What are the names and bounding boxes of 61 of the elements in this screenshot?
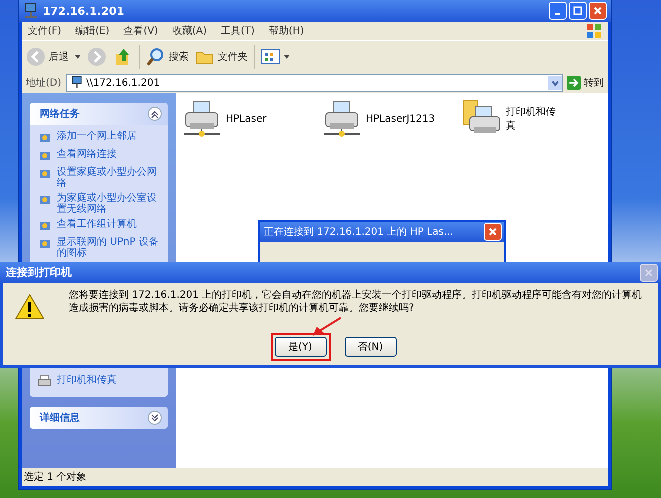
task-icon	[38, 219, 52, 233]
menu-item[interactable]: 工具(T)	[221, 24, 255, 38]
panel-title: 网络任务	[40, 108, 80, 121]
warning-icon	[15, 293, 45, 321]
close-icon	[488, 227, 498, 237]
shared-printer-icon[interactable]	[322, 99, 362, 139]
task-link[interactable]: 设置家庭或小型办公网络	[57, 167, 162, 189]
back-button[interactable]: 后退	[26, 47, 69, 67]
task-link[interactable]: 查看工作组计算机	[57, 219, 137, 230]
panel-title: 详细信息	[40, 411, 80, 425]
task-icon	[38, 167, 52, 181]
windows-logo-icon	[586, 23, 602, 39]
close-icon	[593, 6, 603, 16]
dialog-title: 连接到打印机	[6, 265, 72, 280]
views-icon	[261, 47, 281, 67]
task-link[interactable]: 添加一个网上邻居	[57, 131, 137, 142]
menu-item[interactable]: 收藏(A)	[172, 24, 207, 38]
task-link[interactable]: 查看网络连接	[57, 149, 117, 160]
search-button[interactable]: 搜索	[146, 47, 189, 67]
dialog-message: 您将要连接到 172.16.1.201 上的打印机，它会自动在您的机器上安装一个打印驱动程序。打印机驱动程序可能含有对您的计算机造成损害的病毒或脚本。请务必确定共享该打印机的计算机可靠。您要继续吗?	[69, 289, 644, 315]
dialog-button[interactable]: 是(Y)	[274, 337, 326, 357]
dialog-title: 正在连接到 172.16.1.201 上的 HP Las...	[264, 226, 454, 239]
views-button[interactable]	[261, 47, 290, 67]
minimize-icon	[555, 13, 561, 15]
dialog-button[interactable]: 否(N)	[344, 337, 396, 357]
window-title: 172.16.1.201	[43, 4, 126, 18]
menu-item[interactable]: 编辑(E)	[76, 24, 110, 38]
close-button[interactable]	[640, 264, 658, 282]
file-name[interactable]: 打印机和传真	[506, 105, 562, 133]
menu-item[interactable]: 帮助(H)	[268, 24, 304, 38]
go-arrow-icon	[567, 76, 581, 90]
file-name[interactable]: HPLaserJ1213	[366, 114, 436, 124]
maximize-icon	[573, 6, 583, 16]
address-label: 地址(D)	[26, 76, 62, 90]
caret-icon[interactable]	[75, 55, 81, 59]
network-icon	[70, 76, 84, 90]
search-icon	[146, 47, 166, 67]
expand-icon[interactable]	[148, 411, 162, 425]
task-icon	[38, 131, 52, 145]
task-icon	[38, 149, 52, 163]
place-link[interactable]: 打印机和传真	[57, 375, 117, 386]
close-icon	[644, 268, 654, 278]
task-icon	[38, 237, 52, 251]
task-link[interactable]: 显示联网的 UPnP 设备的图标	[57, 237, 162, 259]
dropdown-icon[interactable]	[550, 78, 560, 88]
task-icon	[38, 193, 52, 207]
go-button[interactable]: 转到	[567, 76, 604, 90]
caret-icon	[284, 55, 290, 59]
address-field[interactable]: \\172.16.1.201	[66, 74, 563, 92]
network-icon	[23, 3, 39, 19]
shared-printer-icon[interactable]	[182, 99, 222, 139]
maximize-button[interactable]	[569, 2, 587, 20]
menu-item[interactable]: 文件(F)	[28, 24, 62, 38]
task-link[interactable]: 为家庭或小型办公室设置无线网络	[57, 193, 162, 215]
status-text: 选定 1 个对象	[24, 470, 87, 484]
printer-icon	[38, 375, 52, 389]
file-name[interactable]: HPLaser	[226, 114, 267, 124]
menu-item[interactable]: 查看(V)	[124, 24, 158, 38]
folders-button[interactable]: 文件夹	[195, 47, 248, 67]
minimize-button[interactable]	[549, 2, 567, 20]
collapse-icon[interactable]	[148, 107, 162, 121]
